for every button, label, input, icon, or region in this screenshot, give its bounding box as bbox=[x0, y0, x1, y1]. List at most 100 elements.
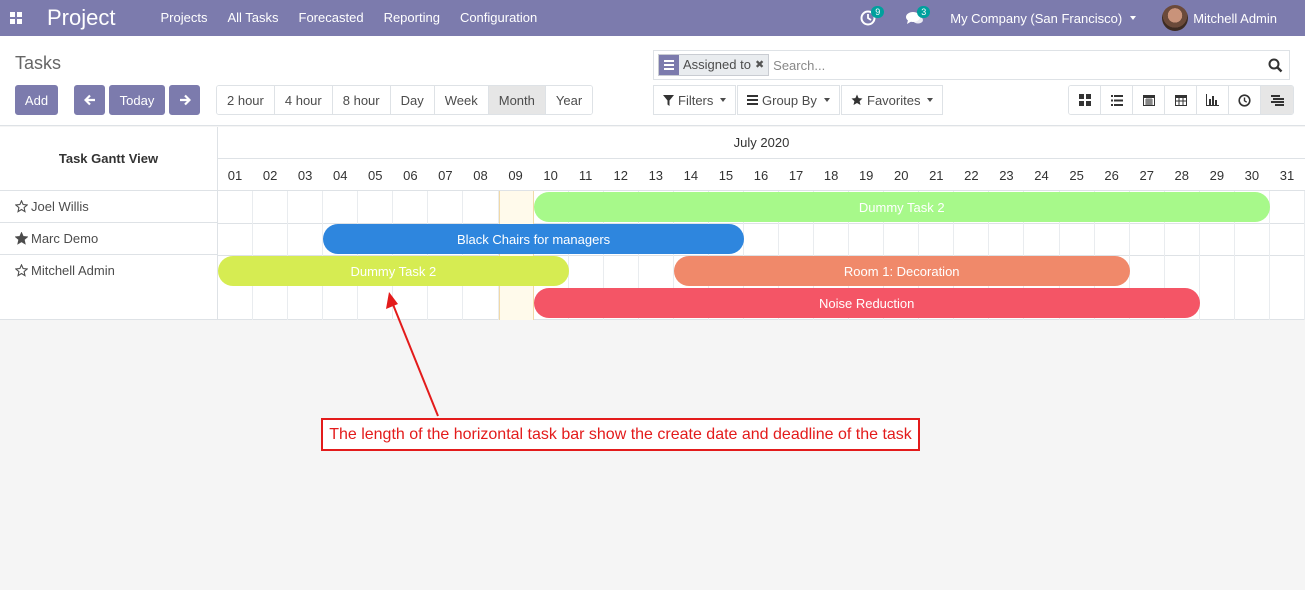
gantt-row-mitchell-admin[interactable]: Mitchell Admin bbox=[0, 255, 217, 320]
filters-dropdown[interactable]: Filters bbox=[653, 85, 737, 115]
day-header-06: 06 bbox=[403, 167, 418, 183]
gantt-month-header: July 2020 bbox=[218, 127, 1305, 159]
calendar-view-icon[interactable] bbox=[1133, 86, 1165, 114]
day-header-16: 16 bbox=[753, 167, 769, 183]
scale-day[interactable]: Day bbox=[390, 86, 435, 114]
breadcrumb: Tasks bbox=[15, 53, 62, 73]
row-label: Marc Demo bbox=[31, 231, 99, 246]
activity-count-badge: 9 bbox=[871, 6, 885, 18]
scale-month[interactable]: Month bbox=[488, 86, 546, 114]
gantt-grid: Dummy Task 2 Black Chairs for managers Dum… bbox=[218, 191, 1305, 320]
star-filled-icon[interactable] bbox=[15, 232, 28, 245]
day-header-22: 22 bbox=[964, 167, 979, 183]
group-by-dropdown[interactable]: Group By bbox=[737, 85, 840, 115]
scale-8-hour[interactable]: 8 hour bbox=[332, 86, 391, 114]
star-outline-icon[interactable] bbox=[15, 264, 28, 277]
day-header-31: 31 bbox=[1279, 167, 1295, 183]
day-header-08: 08 bbox=[473, 167, 488, 183]
filter-icon bbox=[663, 94, 674, 106]
gantt-row-joel-willis[interactable]: Joel Willis bbox=[0, 191, 217, 223]
gantt-view: Task Gantt View Joel Willis Marc Demo Mi… bbox=[0, 127, 1305, 320]
menu-all-tasks[interactable]: All Tasks bbox=[217, 0, 288, 36]
task-bar[interactable]: Black Chairs for managers bbox=[323, 224, 744, 254]
user-name: Mitchell Admin bbox=[1193, 10, 1277, 26]
annotation-callout: The length of the horizontal task bar sh… bbox=[321, 418, 920, 451]
search-icon[interactable] bbox=[1261, 58, 1289, 73]
day-header-20: 20 bbox=[894, 167, 909, 183]
menu-forecasted[interactable]: Forecasted bbox=[289, 0, 374, 36]
day-header-30: 30 bbox=[1244, 167, 1260, 183]
control-panel: Tasks Add Today 2 hour 4 hour 8 hour Day… bbox=[0, 36, 1305, 126]
group-by-label: Group By bbox=[762, 92, 817, 108]
user-menu[interactable]: Mitchell Admin bbox=[1162, 5, 1277, 31]
task-bar[interactable]: Dummy Task 2 bbox=[533, 192, 1270, 222]
day-header-05: 05 bbox=[368, 167, 383, 183]
app-brand[interactable]: Project bbox=[47, 0, 115, 36]
activity-clock-icon[interactable]: 9 bbox=[858, 6, 885, 28]
day-header-25: 25 bbox=[1069, 167, 1084, 183]
kanban-view-icon[interactable] bbox=[1069, 86, 1101, 114]
day-header-18: 18 bbox=[823, 167, 839, 183]
day-header-04: 04 bbox=[332, 167, 348, 183]
search-facet: Assigned to ✖ bbox=[658, 54, 770, 76]
group-by-facet-icon bbox=[659, 55, 679, 75]
favorites-dropdown[interactable]: Favorites bbox=[841, 85, 944, 115]
caret-down-icon bbox=[927, 98, 934, 102]
next-button[interactable] bbox=[169, 85, 200, 115]
scale-button-group: 2 hour 4 hour 8 hour Day Week Month Year bbox=[216, 85, 594, 115]
day-header-23: 23 bbox=[999, 167, 1014, 183]
main-menu: Projects All Tasks Forecasted Reporting … bbox=[150, 0, 547, 36]
add-button[interactable]: Add bbox=[15, 85, 58, 115]
day-header-28: 28 bbox=[1174, 167, 1189, 183]
day-header-13: 13 bbox=[648, 167, 664, 183]
star-outline-icon[interactable] bbox=[15, 200, 28, 213]
day-header-17: 17 bbox=[788, 167, 804, 183]
activity-view-icon[interactable] bbox=[1229, 86, 1261, 114]
apps-menu-icon[interactable] bbox=[1, 0, 31, 36]
arrow-right-icon bbox=[179, 94, 191, 106]
company-name: My Company (San Francisco) bbox=[950, 10, 1123, 26]
day-header-03: 03 bbox=[297, 167, 313, 183]
day-header-01: 01 bbox=[227, 167, 243, 183]
caret-down-icon bbox=[1130, 16, 1137, 20]
avatar bbox=[1162, 5, 1189, 31]
star-icon bbox=[851, 94, 863, 105]
day-header-02: 02 bbox=[262, 167, 278, 183]
graph-view-icon[interactable] bbox=[1197, 86, 1229, 114]
task-bar[interactable]: Noise Reduction bbox=[533, 288, 1200, 318]
day-column[interactable] bbox=[1270, 191, 1305, 320]
bars-icon bbox=[747, 95, 758, 105]
day-header-26: 26 bbox=[1104, 167, 1119, 183]
task-bar[interactable]: Room 1: Decoration bbox=[673, 256, 1130, 286]
scale-year[interactable]: Year bbox=[545, 86, 593, 114]
company-switcher[interactable]: My Company (San Francisco) bbox=[950, 10, 1137, 26]
gantt-title: Task Gantt View bbox=[0, 127, 217, 191]
menu-reporting[interactable]: Reporting bbox=[374, 0, 450, 36]
today-button[interactable]: Today bbox=[109, 85, 165, 115]
day-header-07: 07 bbox=[438, 167, 453, 183]
scale-week[interactable]: Week bbox=[434, 86, 489, 114]
scale-4-hour[interactable]: 4 hour bbox=[274, 86, 333, 114]
facet-label: Assigned to bbox=[683, 57, 751, 72]
previous-button[interactable] bbox=[74, 85, 105, 115]
day-header-21: 21 bbox=[929, 167, 944, 183]
messages-icon[interactable]: 3 bbox=[904, 6, 931, 28]
scale-2-hour[interactable]: 2 hour bbox=[217, 86, 275, 114]
search-input[interactable] bbox=[773, 52, 1261, 78]
gantt-day-header: 01 02 03 04 05 06 07 08 09 10 11 12 13 14 15 16 17 18 19 20… bbox=[218, 159, 1305, 191]
day-header-27: 27 bbox=[1139, 167, 1154, 183]
pivot-view-icon[interactable] bbox=[1165, 86, 1197, 114]
menu-configuration[interactable]: Configuration bbox=[450, 0, 547, 36]
gantt-row-marc-demo[interactable]: Marc Demo bbox=[0, 223, 217, 255]
menu-projects[interactable]: Projects bbox=[150, 0, 217, 36]
day-header-15: 15 bbox=[718, 167, 734, 183]
day-header-24: 24 bbox=[1034, 167, 1049, 183]
task-bar[interactable]: Dummy Task 2 bbox=[218, 256, 569, 286]
gantt-view-icon[interactable] bbox=[1261, 86, 1293, 114]
facet-remove-icon[interactable]: ✖ bbox=[755, 55, 768, 75]
day-header-12: 12 bbox=[613, 167, 628, 183]
filters-label: Filters bbox=[678, 92, 714, 108]
day-header-10: 10 bbox=[543, 167, 558, 183]
systray: 9 3 My Company (San Francisco) Mitchell … bbox=[858, 0, 1305, 36]
list-view-icon[interactable] bbox=[1101, 86, 1133, 114]
